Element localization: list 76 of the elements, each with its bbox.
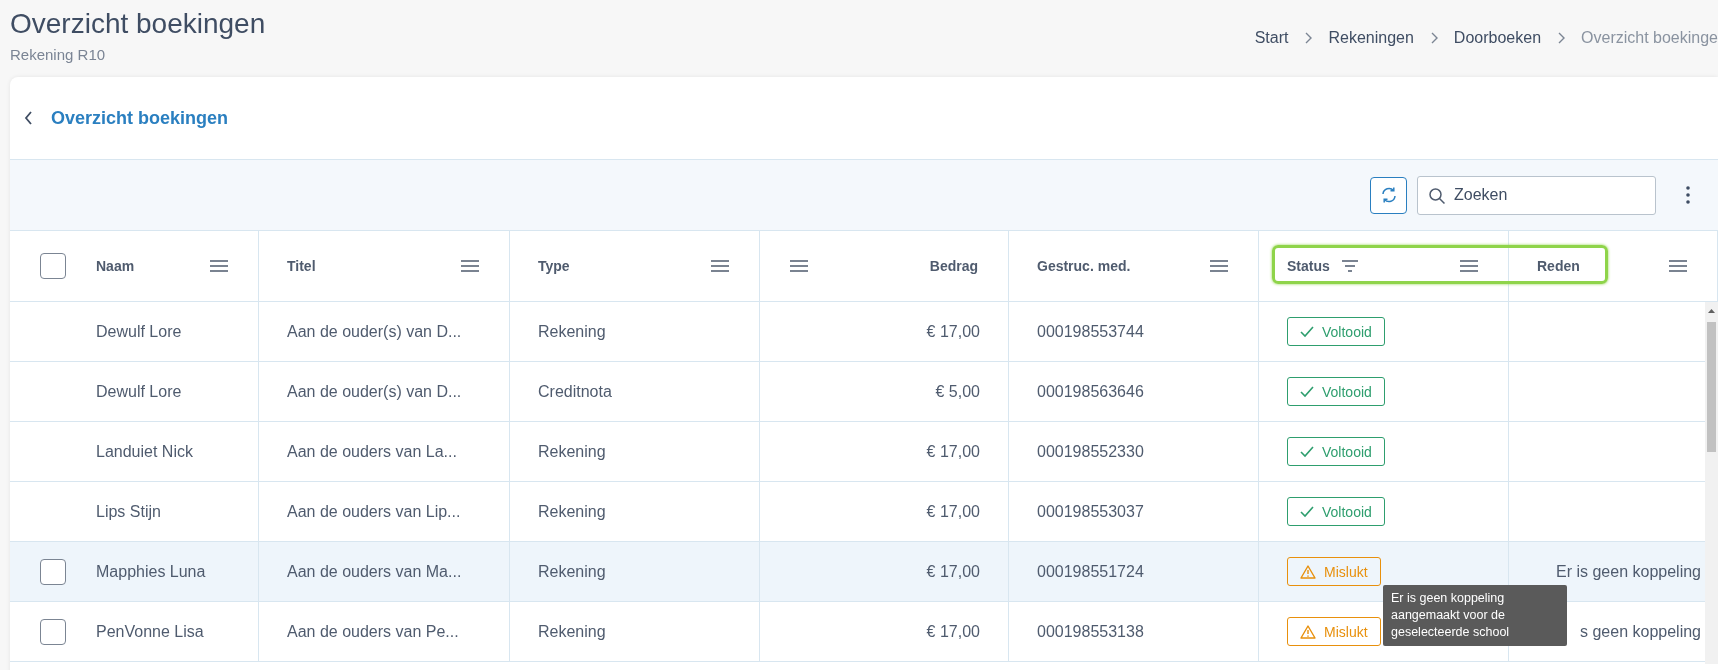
table-cell: Dewulf Lore (96, 382, 182, 401)
breadcrumb-link[interactable]: Rekeningen (1328, 29, 1414, 47)
table-cell: Rekening (538, 442, 606, 461)
table-cell: 000198553037 (1037, 502, 1144, 521)
scroll-up-arrow-icon[interactable] (1705, 306, 1718, 316)
column-header[interactable]: Titel (287, 258, 316, 274)
table-cell: Rekening (538, 562, 606, 581)
status-badge: Mislukt (1287, 617, 1381, 646)
column-header[interactable]: Gestruc. med. (1037, 258, 1131, 274)
breadcrumb-link[interactable]: Doorboeken (1453, 29, 1542, 47)
column-header[interactable]: Status (1287, 258, 1330, 274)
row-checkbox[interactable] (40, 558, 66, 585)
table-cell: € 17,00 (926, 322, 980, 341)
status-badge: Voltooid (1287, 437, 1385, 466)
back-chevron-icon[interactable] (24, 111, 33, 125)
table-cell: € 5,00 (935, 382, 980, 401)
table-cell: Rekening (538, 322, 606, 341)
table-cell: Landuiet Nick (96, 442, 193, 461)
status-badge: Voltooid (1287, 497, 1385, 526)
page-title: Overzicht boekingen (10, 7, 266, 41)
column-menu-icon[interactable] (790, 260, 808, 272)
table-cell: Lips Stijn (96, 502, 161, 521)
column-menu-icon[interactable] (711, 260, 729, 272)
table-cell: € 17,00 (926, 442, 980, 461)
refresh-button[interactable] (1370, 176, 1407, 214)
table-row[interactable]: Landuiet Nick Aan de ouders van La... Rekening € 17,00 000198552330 Voltooid (10, 422, 1705, 482)
breadcrumb-link[interactable]: Start (1254, 29, 1289, 47)
chevron-right-icon (1429, 32, 1438, 44)
chevron-right-icon (1304, 32, 1313, 44)
table-row[interactable]: Dewulf Lore Aan de ouder(s) van D... Rekening € 17,00 000198553744 Voltooid (10, 302, 1705, 362)
table-cell: Aan de ouder(s) van D... (287, 322, 462, 341)
table-cell: 000198551724 (1037, 562, 1144, 581)
select-all-checkbox[interactable] (40, 253, 66, 279)
table-cell: € 17,00 (926, 622, 980, 641)
page-subtitle: Rekening R10 (10, 46, 107, 63)
search-icon (1428, 186, 1446, 205)
table-cell: Aan de ouders van Pe... (287, 622, 459, 641)
status-badge: Voltooid (1287, 377, 1385, 406)
table-cell: Aan de ouders van Lip... (287, 502, 461, 521)
table-cell: Mapphies Luna (96, 562, 206, 581)
card-title[interactable]: Overzicht boekingen (51, 107, 229, 129)
table-cell: Aan de ouders van La... (287, 442, 457, 461)
table-cell: 000198553744 (1037, 322, 1144, 341)
table-row[interactable]: Dewulf Lore Aan de ouder(s) van D... Creditnota € 5,00 000198563646 Voltooid (10, 362, 1705, 422)
column-menu-icon[interactable] (1669, 260, 1687, 272)
table-cell: € 17,00 (926, 502, 980, 521)
row-checkbox[interactable] (40, 618, 66, 645)
table-cell: PenVonne Lisa (96, 622, 204, 641)
column-header[interactable]: Type (538, 258, 570, 274)
column-menu-icon[interactable] (1210, 260, 1228, 272)
search-field[interactable]: Zoeken (1417, 175, 1656, 215)
more-options-icon[interactable] (1686, 186, 1690, 204)
column-header[interactable]: Naam (96, 258, 135, 274)
table-cell: Rekening (538, 622, 606, 641)
table-cell: Er is geen koppeling (1556, 562, 1701, 581)
table-cell: Dewulf Lore (96, 322, 182, 341)
table-cell: s geen koppeling (1580, 622, 1701, 641)
column-header[interactable]: Reden (1537, 258, 1580, 274)
table-cell: € 17,00 (926, 562, 980, 581)
column-header[interactable]: Bedrag (929, 258, 978, 274)
tooltip: Er is geen koppeling aangemaakt voor de geselecteerde school (1383, 585, 1567, 646)
column-menu-icon[interactable] (210, 260, 228, 272)
chevron-right-icon (1557, 32, 1566, 44)
column-menu-icon[interactable] (1460, 260, 1478, 272)
table-cell: Rekening (538, 502, 606, 521)
table-cell: 000198563646 (1037, 382, 1144, 401)
table-cell: 000198553138 (1037, 622, 1144, 641)
column-menu-icon[interactable] (461, 260, 479, 272)
table-cell: Aan de ouder(s) van D... (287, 382, 462, 401)
status-badge: Mislukt (1287, 557, 1381, 586)
table-cell: 000198552330 (1037, 442, 1144, 461)
filter-icon[interactable] (1341, 260, 1358, 272)
scrollbar[interactable] (1705, 302, 1718, 664)
status-badge: Voltooid (1287, 317, 1385, 346)
table-cell: Creditnota (538, 382, 612, 401)
table-cell: Aan de ouders van Ma... (287, 562, 462, 581)
